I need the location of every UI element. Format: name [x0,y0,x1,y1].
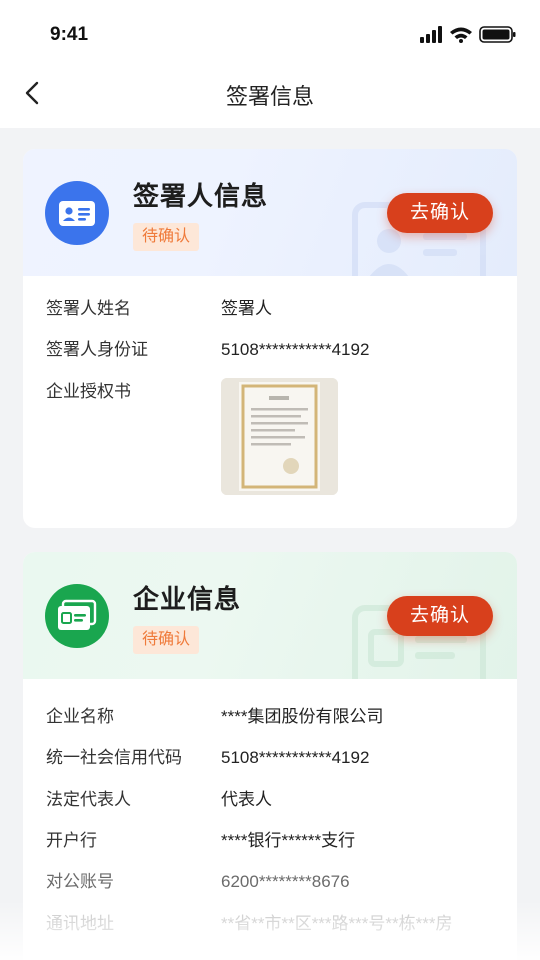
row-value: 5108***********4192 [221,748,370,767]
row-value: ****银行******支行 [221,831,356,850]
row-label: 签署人姓名 [46,299,131,318]
cellular-signal-icon [420,26,442,43]
row-value: **省**市**区***路***号**栋***房 [221,914,453,933]
status-badge: 待确认 [133,223,200,251]
info-row: 对公账号 6200********8676 [23,867,517,897]
id-card-icon [45,181,109,245]
certificate-image [221,378,338,495]
row-label: 企业名称 [46,707,114,726]
row-value: 5108***********4192 [221,340,370,359]
business-license-icon [45,584,109,648]
status-time: 9:41 [50,24,89,45]
info-row: 企业名称 ****集团股份有限公司 [23,702,517,732]
status-bar: 9:41 [0,0,540,66]
signer-card-title: 签署人信息 [133,181,269,211]
company-info-card: 企业信息 待确认 去确认 企业名称 ****集团股份有限公司 统一社会信用代码 … [23,552,517,960]
row-label: 对公账号 [46,872,114,891]
row-value: 6200********8676 [221,872,350,891]
signer-card-header: 签署人信息 待确认 去确认 [23,149,517,276]
row-value: ****集团股份有限公司 [221,707,384,726]
info-row: 统一社会信用代码 5108***********4192 [23,743,517,773]
top-area: 9:41 签署信息 [0,0,540,128]
row-label: 企业授权书 [46,382,131,401]
info-row: 通讯地址 **省**市**区***路***号**栋***房 [23,909,517,939]
authorization-letter-thumbnail[interactable] [221,378,338,495]
row-label: 开户行 [46,831,97,850]
signer-confirm-button[interactable]: 去确认 [387,193,493,233]
row-value: 签署人 [221,299,272,318]
info-row: 法定代表人 代表人 [23,785,517,815]
row-label: 通讯地址 [46,914,114,933]
page-title: 签署信息 [225,84,314,109]
row-label: 统一社会信用代码 [46,748,182,767]
info-row: 签署人姓名 签署人 [23,294,517,324]
company-confirm-button[interactable]: 去确认 [387,596,493,636]
info-row: 开户行 ****银行******支行 [23,826,517,856]
nav-bar: 签署信息 [0,66,540,128]
signer-info-card: 签署人信息 待确认 去确认 签署人姓名 签署人 签署人身份证 5108*****… [23,149,517,528]
wifi-icon [450,27,472,43]
row-label: 签署人身份证 [46,340,148,359]
status-badge: 待确认 [133,626,200,654]
row-label: 法定代表人 [46,790,131,809]
status-icons [420,26,516,43]
battery-icon [479,26,516,43]
row-value: 代表人 [221,790,272,809]
company-card-header: 企业信息 待确认 去确认 [23,552,517,679]
info-row: 签署人身份证 5108***********4192 [23,335,517,365]
company-card-title: 企业信息 [133,584,242,614]
